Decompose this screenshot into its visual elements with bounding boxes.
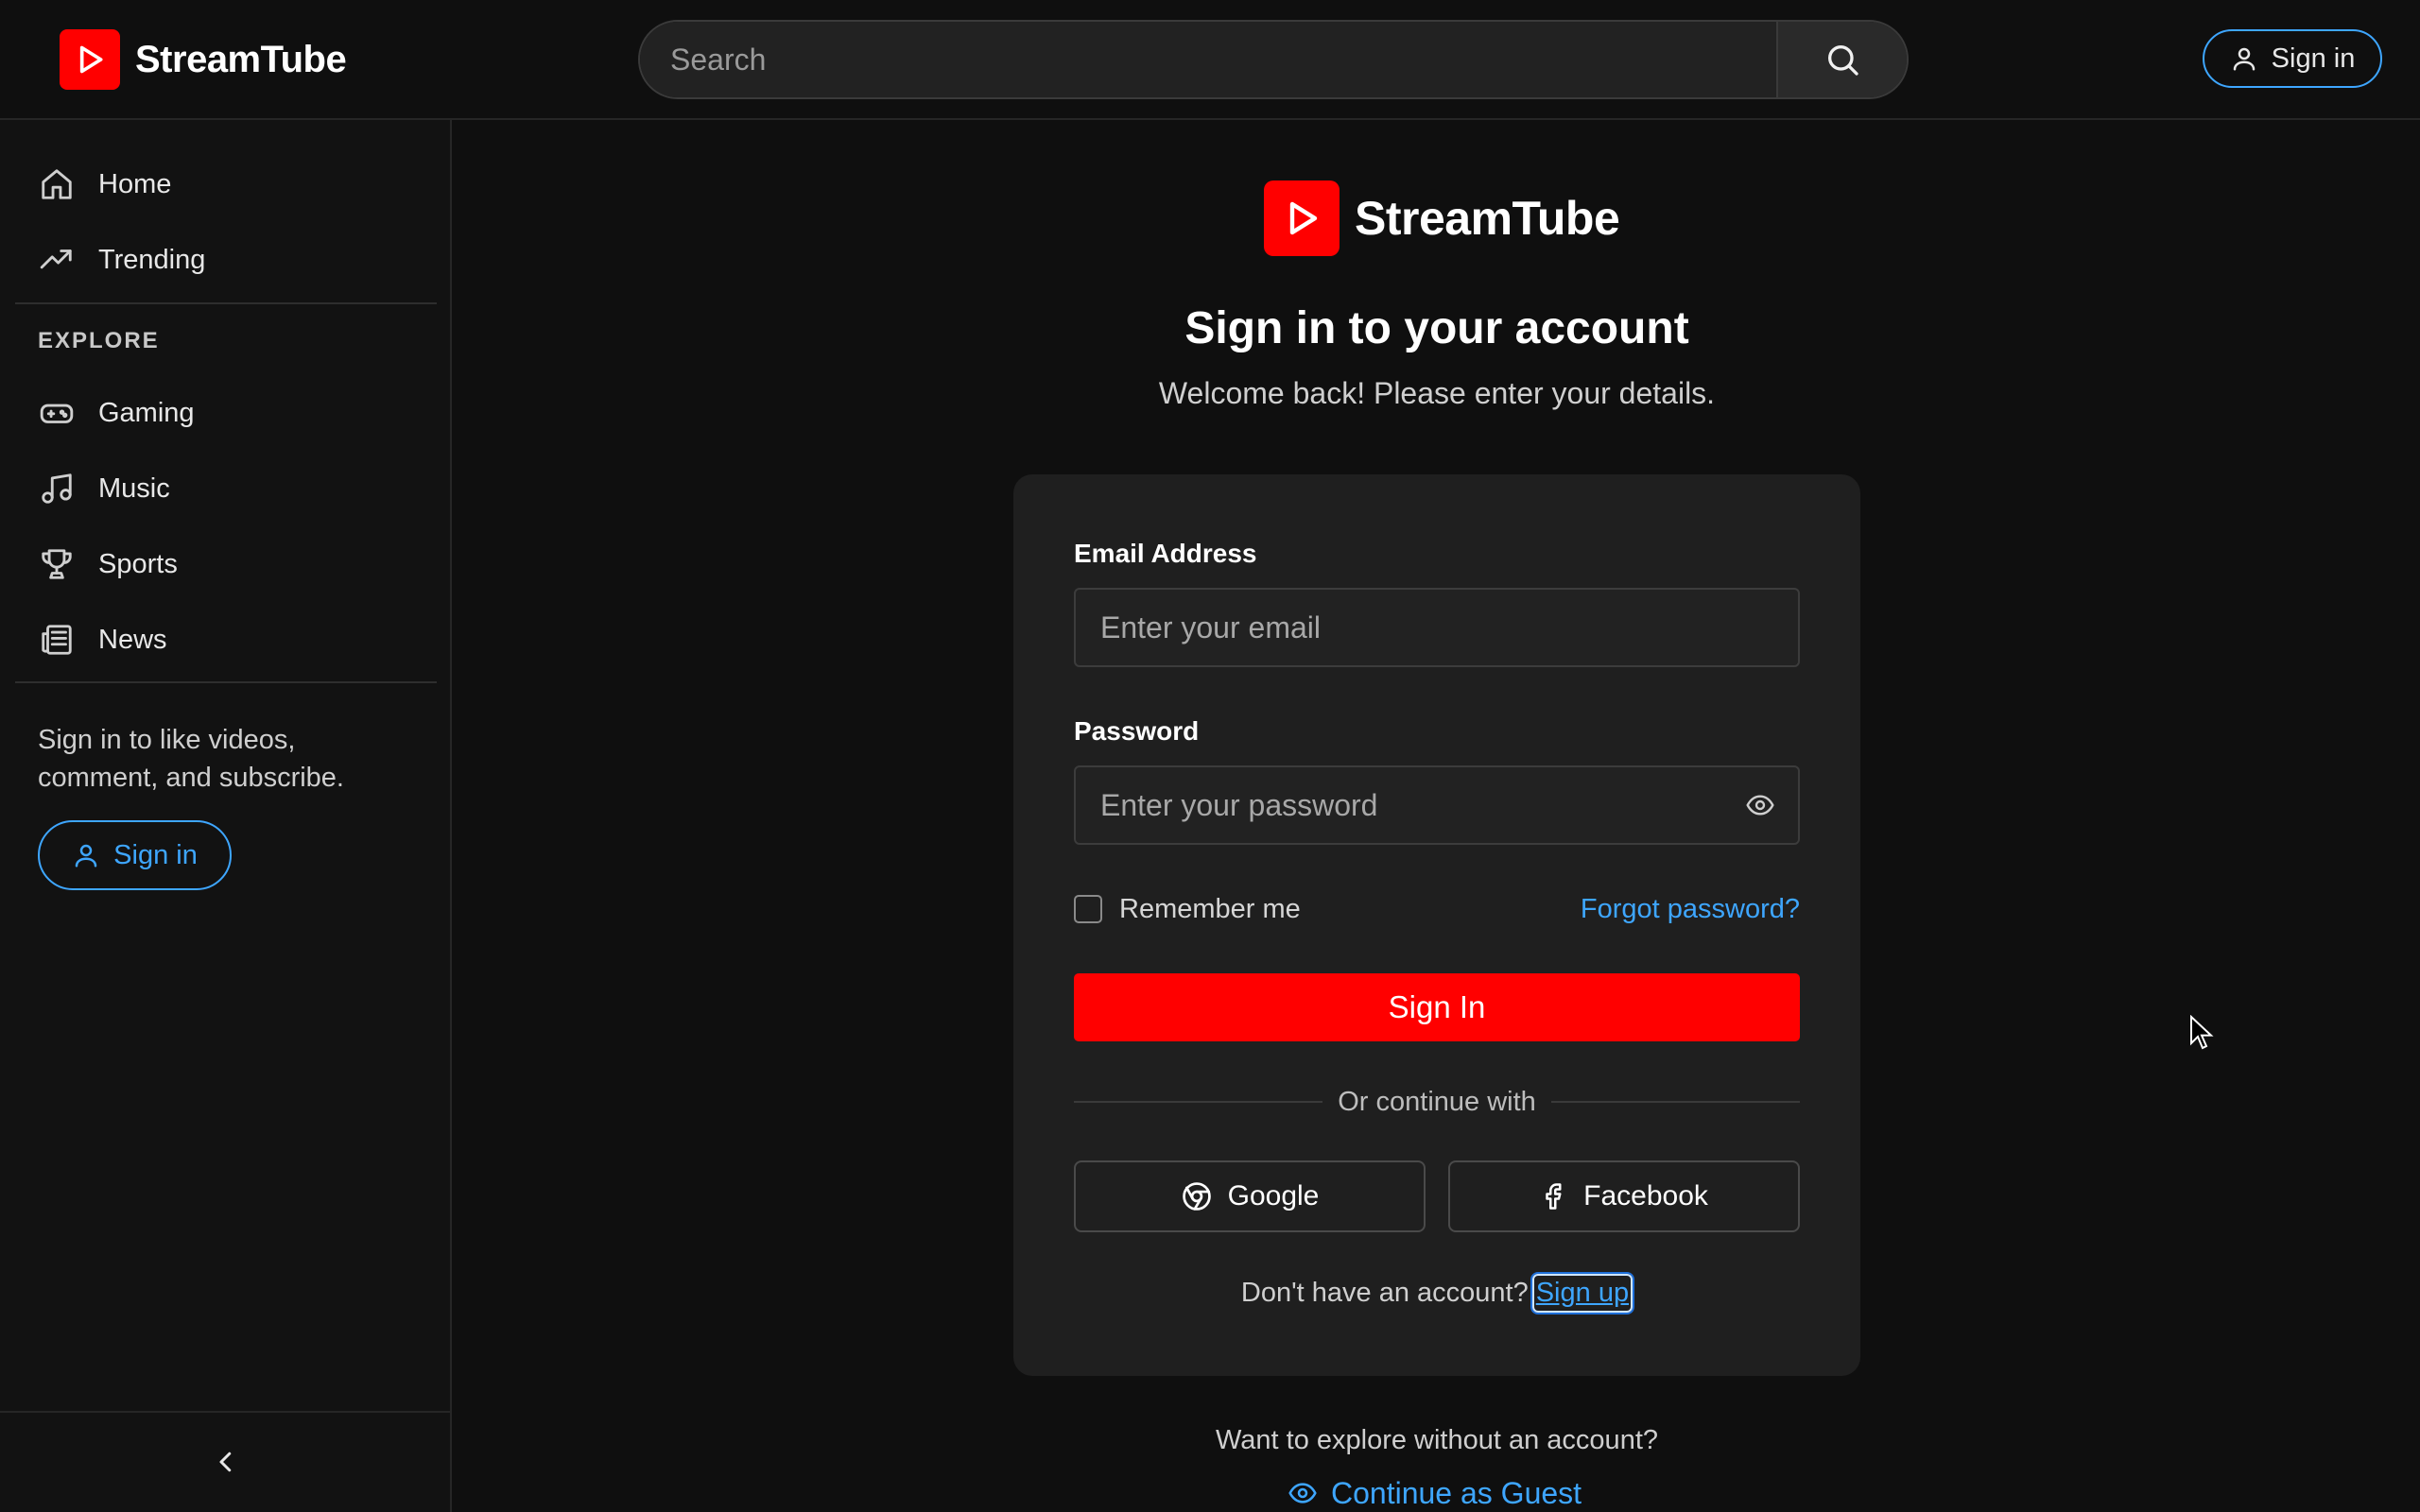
main-brand-name: StreamTube	[1355, 192, 1620, 245]
sidebar-item-gaming[interactable]: Gaming	[15, 379, 437, 447]
google-label: Google	[1227, 1180, 1320, 1211]
password-label: Password	[1074, 716, 1200, 746]
sidebar-item-news[interactable]: News	[15, 606, 437, 674]
sidebar-sign-in-button[interactable]: Sign in	[38, 820, 232, 890]
toggle-password-visibility-button[interactable]	[1722, 767, 1798, 843]
home-icon	[38, 165, 76, 203]
signup-row: Don't have an account? Sign up	[1013, 1274, 1860, 1313]
collapse-sidebar-button[interactable]	[207, 1443, 245, 1481]
sidebar-item-label: Sports	[98, 548, 178, 579]
email-field-wrapper	[1074, 588, 1800, 667]
page-subtitle: Welcome back! Please enter your details.	[1158, 376, 1716, 410]
password-field-wrapper	[1074, 765, 1800, 845]
sidebar-item-label: Music	[98, 472, 170, 504]
sidebar-footer-divider	[0, 1411, 450, 1413]
explore-section-title: EXPLORE	[38, 328, 160, 353]
sidebar-item-home[interactable]: Home	[15, 150, 437, 218]
sidebar-divider	[15, 681, 437, 683]
eye-icon	[1288, 1478, 1318, 1508]
sidebar-item-trending[interactable]: Trending	[15, 226, 437, 294]
chevron-left-icon	[212, 1448, 240, 1476]
guest-prompt: Want to explore without an account?	[1215, 1425, 1659, 1455]
music-note-icon	[38, 470, 76, 507]
divider-text: Or continue with	[1338, 1086, 1536, 1117]
eye-icon	[1745, 790, 1775, 820]
facebook-icon	[1540, 1182, 1568, 1211]
sidebar-item-sports[interactable]: Sports	[15, 530, 437, 598]
facebook-label: Facebook	[1583, 1180, 1708, 1211]
email-label: Email Address	[1074, 539, 1257, 568]
social-divider: Or continue with	[1074, 1083, 1801, 1121]
sidebar-item-label: Trending	[98, 244, 206, 275]
login-card: Email Address Password Remember me Forgo…	[1013, 474, 1860, 1376]
search-icon	[1824, 41, 1861, 78]
sidebar-item-label: Home	[98, 168, 172, 199]
brand-name: StreamTube	[135, 38, 347, 80]
email-field[interactable]	[1076, 590, 1798, 665]
search-button[interactable]	[1776, 22, 1907, 97]
remember-me-checkbox[interactable]	[1074, 895, 1102, 923]
header-logo[interactable]: StreamTube	[60, 29, 347, 90]
chrome-icon	[1181, 1180, 1213, 1212]
sidebar: Home Trending EXPLORE Gaming Music Sport…	[0, 120, 452, 1512]
sidebar-signin-message: Sign in to like videos, comment, and sub…	[38, 725, 344, 793]
sidebar-item-music[interactable]: Music	[15, 455, 437, 523]
remember-me-label: Remember me	[1119, 893, 1301, 924]
search-bar	[638, 20, 1909, 99]
user-icon	[2230, 44, 2258, 73]
mouse-cursor-icon	[2189, 1015, 2214, 1051]
user-icon	[72, 841, 100, 869]
search-input[interactable]	[640, 22, 1776, 97]
header-sign-in-button[interactable]: Sign in	[2203, 29, 2382, 88]
divider-line	[1550, 1101, 1801, 1103]
no-account-text: Don't have an account?	[1240, 1278, 1529, 1308]
sidebar-divider	[15, 302, 437, 304]
trophy-icon	[38, 545, 76, 583]
sign-in-submit-button[interactable]: Sign In	[1074, 973, 1800, 1041]
continue-as-guest-label: Continue as Guest	[1331, 1475, 1582, 1510]
newspaper-icon	[38, 621, 76, 659]
play-logo-icon	[60, 29, 120, 90]
google-sign-in-button[interactable]: Google	[1074, 1160, 1426, 1232]
header-sign-in-label: Sign in	[2271, 43, 2356, 74]
remember-me[interactable]: Remember me	[1074, 893, 1301, 925]
sidebar-sign-in-label: Sign in	[113, 839, 198, 870]
facebook-sign-in-button[interactable]: Facebook	[1448, 1160, 1800, 1232]
top-header: StreamTube Sign in	[0, 0, 2420, 120]
sidebar-item-label: News	[98, 624, 167, 655]
sign-up-link[interactable]: Sign up	[1531, 1274, 1634, 1313]
password-field[interactable]	[1076, 767, 1722, 843]
page-title: Sign in to your account	[1184, 303, 1689, 353]
trending-icon	[38, 241, 76, 279]
gamepad-icon	[38, 394, 76, 432]
play-logo-icon	[1264, 180, 1340, 256]
sidebar-item-label: Gaming	[98, 397, 195, 428]
divider-line	[1074, 1101, 1323, 1103]
continue-as-guest-link[interactable]: Continue as Guest	[1288, 1474, 1582, 1512]
main-logo: StreamTube	[1264, 180, 1620, 256]
forgot-password-link[interactable]: Forgot password?	[1581, 893, 1800, 925]
